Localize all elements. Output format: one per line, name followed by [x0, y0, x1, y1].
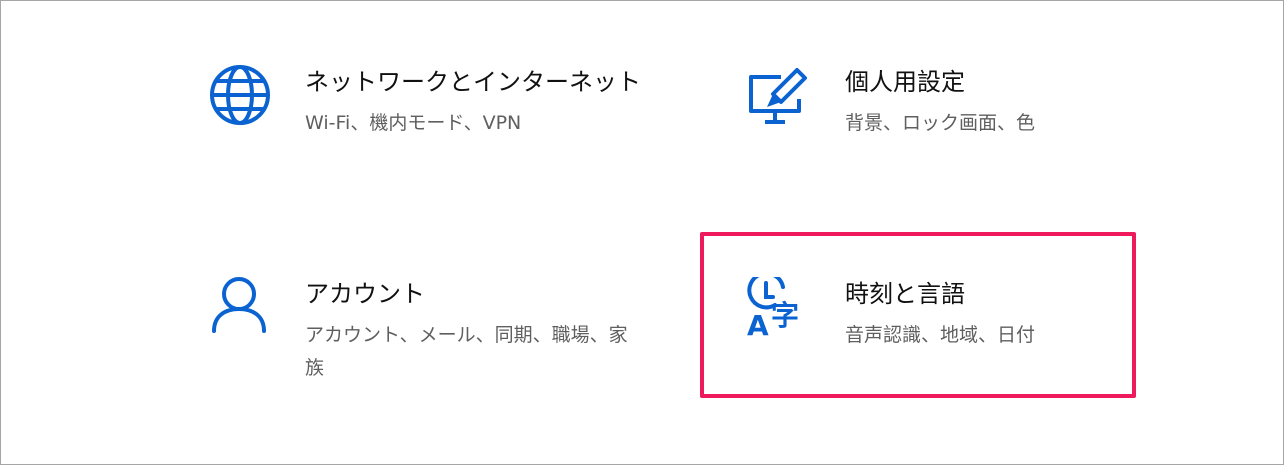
letter-a-glyph: A [747, 309, 769, 342]
tile-title: ネットワークとインターネット [305, 68, 641, 96]
globe-icon [210, 65, 270, 125]
tile-description: 音声認識、地域、日付 [845, 324, 1036, 346]
person-icon [212, 277, 266, 333]
tile-title: 個人用設定 [845, 68, 965, 96]
time-language-icon: A 字 [747, 277, 799, 342]
tile-title: 時刻と言語 [845, 280, 965, 308]
settings-panel: ネットワークとインターネット Wi-Fi、機内モード、VPN 個人用設定 背景、… [0, 0, 1284, 465]
kanji-glyph: 字 [771, 299, 799, 332]
tile-description: アカウント、メール、同期、職場、家族 [305, 324, 628, 379]
tile-title: アカウント [305, 280, 425, 308]
tile-description: Wi-Fi、機内モード、VPN [305, 112, 522, 134]
personalization-icon [749, 68, 807, 124]
tile-description: 背景、ロック画面、色 [845, 112, 1036, 134]
